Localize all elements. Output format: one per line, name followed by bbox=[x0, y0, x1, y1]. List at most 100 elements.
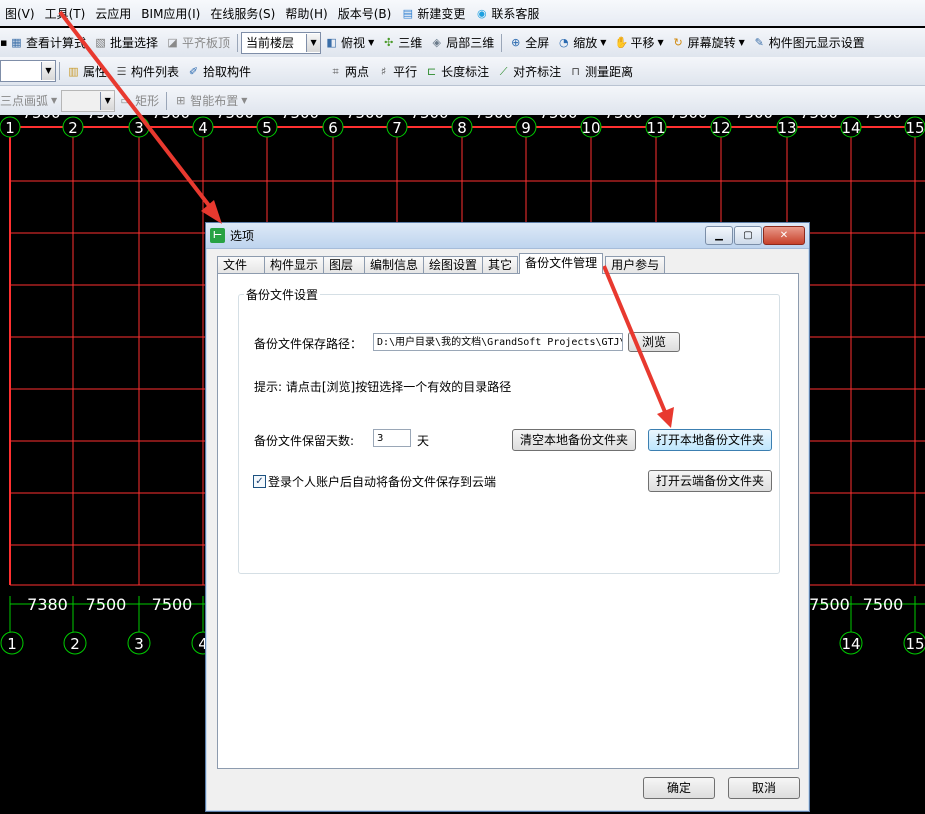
dimension-label: 7500 bbox=[809, 595, 850, 614]
element-display-button[interactable]: ✎ 构件图元显示设置 bbox=[749, 34, 869, 51]
formula-icon: ▦ bbox=[11, 36, 22, 49]
support-icon: ◉ bbox=[477, 6, 487, 20]
dimension-label: 7500 bbox=[800, 115, 838, 122]
menu-cloud[interactable]: 云应用 bbox=[90, 5, 136, 22]
contact-support-label: 联系客服 bbox=[491, 6, 540, 21]
tab-user-participation[interactable]: 用户参与 bbox=[605, 256, 666, 274]
open-cloud-backup-button[interactable]: 打开云端备份文件夹 bbox=[648, 470, 772, 492]
separator bbox=[166, 91, 168, 110]
batch-select-button[interactable]: ▧ 批量选择 bbox=[90, 34, 162, 51]
fullscreen-button[interactable]: ⊕ 全屏 bbox=[505, 34, 553, 51]
menu-bim[interactable]: BIM应用(I) bbox=[136, 5, 205, 22]
path-label: 备份文件保存路径： bbox=[254, 337, 363, 351]
open-local-backup-button[interactable]: 打开本地备份文件夹 bbox=[648, 429, 772, 451]
three-d-button[interactable]: ✣ 三维 bbox=[378, 34, 426, 51]
ruler-icon: ⊓ bbox=[571, 64, 580, 78]
tab-file[interactable]: 文件 bbox=[217, 256, 265, 274]
tab-backup-management[interactable]: 备份文件管理 bbox=[519, 253, 604, 274]
retention-days-input[interactable]: 3 bbox=[373, 429, 411, 447]
length-dim-button[interactable]: ⊏ 长度标注 bbox=[421, 63, 493, 80]
dimension-label: 7500 bbox=[669, 115, 707, 122]
dimension-label: 3000 bbox=[0, 190, 4, 223]
dimension-label: 3000 bbox=[0, 398, 4, 431]
axis-label: 6 bbox=[328, 119, 338, 137]
top-view-button[interactable]: ◧ 俯视 ▼ bbox=[321, 34, 378, 51]
maximize-button[interactable]: ▢ bbox=[734, 226, 762, 245]
tab-other[interactable]: 其它 bbox=[482, 256, 519, 274]
align-dimension-icon: ⟋ bbox=[499, 64, 508, 78]
menu-view[interactable]: 图(V) bbox=[0, 5, 40, 22]
axis-label: 12 bbox=[711, 119, 730, 137]
menu-version[interactable]: 版本号(B) bbox=[333, 5, 397, 22]
menu-bar: 图(V) 工具(T) 云应用 BIM应用(I) 在线服务(S) 帮助(H) 版本… bbox=[0, 0, 925, 26]
dialog-titlebar[interactable]: ⊢ 选项 ▁ ▢ ✕ bbox=[206, 223, 809, 249]
dimension-label: 3000 bbox=[0, 346, 4, 379]
parallel-icon: ♯ bbox=[380, 64, 387, 78]
cancel-button[interactable]: 取消 bbox=[728, 777, 800, 799]
minimize-button[interactable]: ▁ bbox=[705, 226, 733, 245]
tab-layers[interactable]: 图层 bbox=[323, 256, 366, 274]
display-settings-icon: ✎ bbox=[754, 36, 764, 49]
dimension-label: 7500 bbox=[22, 115, 60, 122]
smart-layout-label: 智能布置 bbox=[190, 94, 239, 108]
pan-button[interactable]: ✋ 平移 ▼ bbox=[610, 34, 667, 51]
rectangle-icon: ▭ bbox=[120, 94, 131, 107]
backup-management-panel: 备份文件设置 备份文件保存路径： D:\用户目录\我的文档\GrandSoft … bbox=[217, 273, 799, 769]
zoom-fit-icon: ⊕ bbox=[511, 36, 521, 49]
axis-label: 1 bbox=[5, 119, 15, 137]
floor-select-value: 当前楼层 bbox=[246, 36, 295, 50]
rotate-button[interactable]: ↻ 屏幕旋转 ▼ bbox=[668, 34, 749, 51]
floor-select[interactable]: 当前楼层 ▼ bbox=[241, 31, 322, 54]
options-dialog: ⊢ 选项 ▁ ▢ ✕ 文件 构件显示 图层 编制信息 绘图设置 其它 备份文件管… bbox=[205, 222, 810, 812]
properties-button[interactable]: ▥ 属性 bbox=[63, 63, 111, 80]
measure-distance-button[interactable]: ⊓ 测量距离 bbox=[565, 63, 637, 80]
auto-save-label[interactable]: 登录个人账户后自动将备份文件保存到云端 bbox=[268, 473, 496, 490]
arc-param-select[interactable]: ▼ bbox=[61, 89, 116, 112]
ok-button[interactable]: 确定 bbox=[643, 777, 715, 799]
zoom-button[interactable]: ◔ 缩放 ▼ bbox=[553, 34, 610, 51]
separator bbox=[59, 62, 60, 80]
align-dim-button[interactable]: ⟋ 对齐标注 bbox=[493, 63, 565, 80]
pick-component-button[interactable]: ✐ 拾取构件 bbox=[183, 63, 255, 80]
tab-compile-info[interactable]: 编制信息 bbox=[364, 256, 425, 274]
tab-drawing-settings[interactable]: 绘图设置 bbox=[423, 256, 484, 274]
draw-toolbar: 三点画弧 ▼ ▼ ▭ 矩形 ⊞ 智能布置 ▼ bbox=[0, 86, 925, 116]
component-list-label: 构件列表 bbox=[131, 64, 180, 79]
contact-support-menu[interactable]: ◉ 联系客服 bbox=[470, 5, 544, 22]
align-slab-button[interactable]: ◪ 平齐板顶 bbox=[162, 34, 234, 51]
two-points-button[interactable]: ⌗ 两点 bbox=[325, 63, 373, 80]
chevron-down-icon: ▼ bbox=[600, 38, 607, 47]
clear-local-backup-button[interactable]: 清空本地备份文件夹 bbox=[512, 429, 636, 451]
browse-button[interactable]: 浏览 bbox=[628, 332, 680, 352]
chevron-down-icon: ▼ bbox=[100, 91, 115, 110]
rectangle-button[interactable]: ▭ 矩形 bbox=[115, 92, 163, 109]
menu-online-service[interactable]: 在线服务(S) bbox=[205, 5, 280, 22]
menu-tools[interactable]: 工具(T) bbox=[40, 5, 91, 22]
new-change-menu[interactable]: ▤ 新建变更 bbox=[396, 5, 470, 22]
app-icon: ⊢ bbox=[210, 228, 225, 243]
local-3d-icon: ◈ bbox=[432, 36, 441, 49]
dimension-label: 7380 bbox=[27, 595, 68, 614]
three-point-arc-select[interactable]: 三点画弧 ▼ bbox=[0, 92, 61, 109]
view-calc-button[interactable]: ▦ 查看计算式 bbox=[6, 34, 90, 51]
component-list-button[interactable]: ☰ 构件列表 bbox=[111, 63, 183, 80]
menu-help[interactable]: 帮助(H) bbox=[280, 5, 332, 22]
axis-label: 4 bbox=[198, 119, 208, 137]
minimize-icon: ▁ bbox=[715, 230, 723, 241]
dimension-label: 3000 bbox=[0, 502, 4, 535]
dimension-label: 7500 bbox=[152, 115, 190, 122]
align-slab-icon: ◪ bbox=[167, 36, 178, 49]
chevron-down-icon: ▼ bbox=[368, 38, 375, 47]
local-3d-button[interactable]: ◈ 局部三维 bbox=[426, 34, 498, 51]
parallel-button[interactable]: ♯ 平行 bbox=[373, 63, 421, 80]
component-type-select[interactable]: ▼ bbox=[0, 60, 56, 82]
close-button[interactable]: ✕ bbox=[763, 226, 805, 245]
properties-icon: ▥ bbox=[68, 64, 79, 78]
align-slab-label: 平齐板顶 bbox=[182, 36, 231, 50]
main-toolbar: ▪ ▦ 查看计算式 ▧ 批量选择 ◪ 平齐板顶 当前楼层 ▼ ◧ 俯视 ▼ ✣ … bbox=[0, 28, 925, 58]
backup-path-input[interactable]: D:\用户目录\我的文档\GrandSoft Projects\GTJ\Back… bbox=[373, 333, 623, 351]
tab-component-display[interactable]: 构件显示 bbox=[264, 256, 325, 274]
auto-save-checkbox[interactable]: ✓ bbox=[253, 475, 266, 488]
local-3d-label: 局部三维 bbox=[446, 36, 495, 50]
smart-layout-button[interactable]: ⊞ 智能布置 ▼ bbox=[170, 92, 251, 109]
